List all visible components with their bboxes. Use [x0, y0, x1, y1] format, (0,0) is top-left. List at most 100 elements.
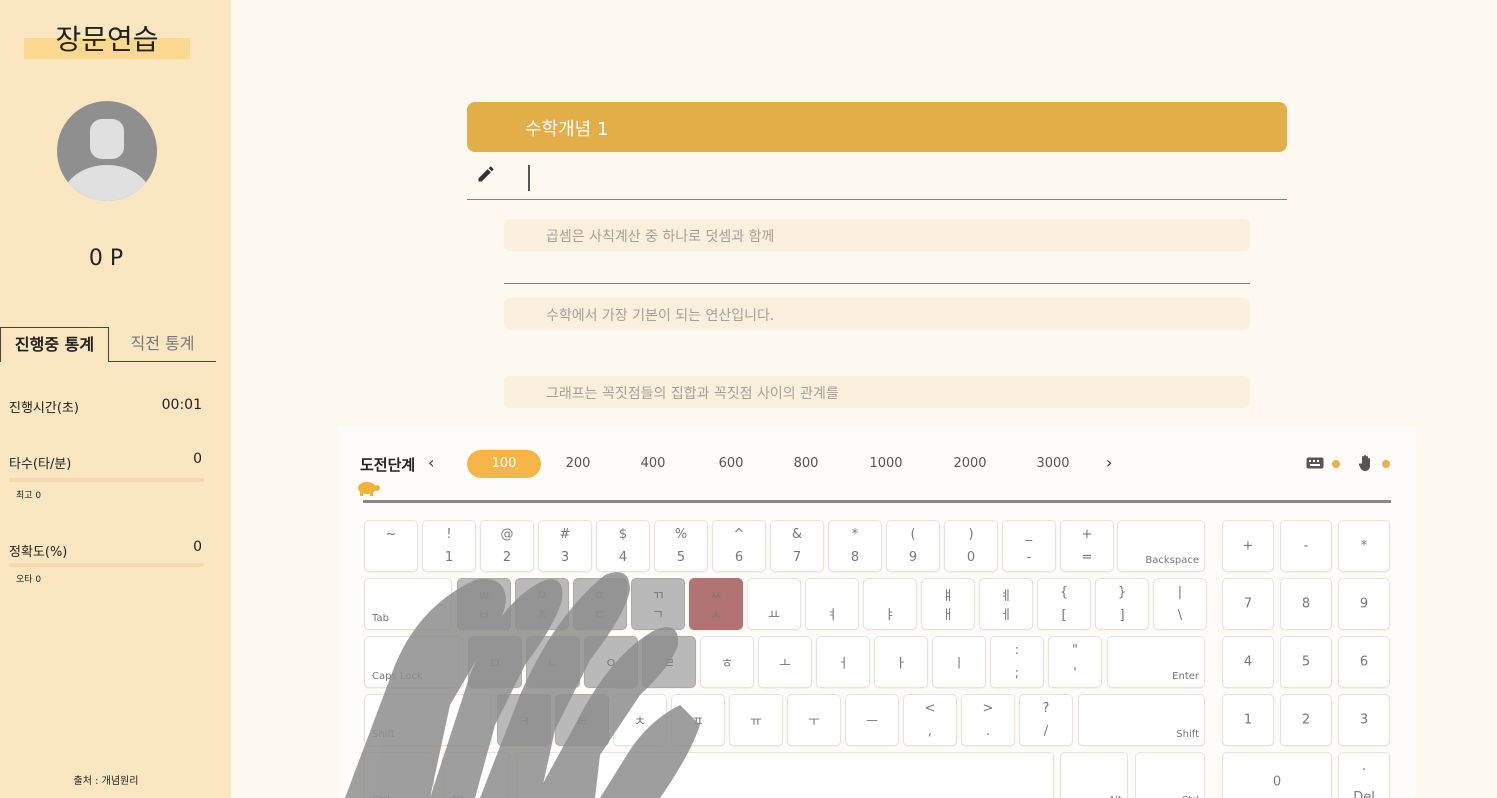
key[interactable]: ) 0 — [944, 520, 998, 572]
key[interactable]: ㅋ — [497, 694, 551, 746]
numpad-key[interactable]: + — [1222, 520, 1274, 572]
key-space[interactable] — [516, 752, 1054, 798]
key-ctrl-left[interactable]: Ctrl — [364, 752, 434, 798]
tab-previous-stats[interactable]: 직전 통계 — [109, 327, 216, 362]
key-shift-left[interactable]: Shift — [364, 694, 492, 746]
level-100[interactable]: 100 — [467, 450, 541, 478]
key[interactable]: ㄴ — [526, 636, 580, 688]
key[interactable]: #3 — [538, 520, 592, 572]
key-label: Shift — [372, 729, 395, 740]
key-alt-right[interactable]: Alt — [1060, 752, 1128, 798]
key-char: ㅡ — [866, 714, 878, 730]
key-top-char: : — [1014, 643, 1020, 658]
key[interactable]: + = — [1060, 520, 1114, 572]
key-alt-left[interactable]: Alt — [442, 752, 510, 798]
keyboard-icon[interactable] — [1306, 457, 1324, 469]
numpad-key[interactable]: 8 — [1280, 578, 1332, 630]
chevron-left-icon[interactable]: ‹ — [428, 453, 434, 472]
level-1000[interactable]: 1000 — [849, 450, 923, 478]
progress-line — [363, 500, 1391, 503]
key[interactable]: % 5 — [654, 520, 708, 572]
key-top-char: $ — [618, 527, 628, 542]
key[interactable]: ㅡ — [845, 694, 899, 746]
key-bottom-char: ' — [1073, 666, 1077, 681]
numpad-key[interactable]: 4 — [1222, 636, 1274, 688]
key[interactable]: ? / — [1019, 694, 1073, 746]
key[interactable]: ㄸㄷ — [573, 578, 627, 630]
key[interactable]: ㅇ — [584, 636, 638, 688]
numpad-key[interactable]: - — [1280, 520, 1332, 572]
key-shift-right[interactable]: Shift — [1078, 694, 1205, 746]
key[interactable]: ㅆㅅ — [689, 578, 743, 630]
key[interactable]: ㅊ — [613, 694, 667, 746]
level-2000[interactable]: 2000 — [933, 450, 1007, 478]
key[interactable]: ㅣ — [932, 636, 986, 688]
key[interactable]: ㅑ — [863, 578, 917, 630]
key[interactable]: {[ — [1037, 578, 1091, 630]
key[interactable]: :; — [990, 636, 1044, 688]
key[interactable]: ㅜ — [787, 694, 841, 746]
key[interactable]: <, — [903, 694, 957, 746]
key-char: ㅌ — [576, 714, 588, 730]
key[interactable]: ㄹ — [642, 636, 696, 688]
key[interactable]: ^ 6 — [712, 520, 766, 572]
key-label: Tab — [372, 613, 389, 624]
key-bottom-char: 1 — [444, 550, 454, 565]
key-ctrl-right[interactable]: Ctrl — [1135, 752, 1205, 798]
key[interactable]: ㄲㄱ — [631, 578, 685, 630]
level-200[interactable]: 200 — [541, 450, 615, 478]
key[interactable]: | \ — [1153, 578, 1207, 630]
key[interactable]: & 7 — [770, 520, 824, 572]
key[interactable]: ㅁ — [468, 636, 522, 688]
key[interactable]: _ - — [1002, 520, 1056, 572]
numpad-key[interactable]: 3 — [1338, 694, 1390, 746]
numpad-key[interactable]: 1 — [1222, 694, 1274, 746]
key-backspace[interactable]: Backspace — [1117, 520, 1205, 572]
numpad-key-del[interactable]: . Del — [1338, 752, 1390, 798]
key[interactable]: ㅍ — [671, 694, 725, 746]
key-top-char: ? — [1042, 701, 1050, 716]
chevron-right-icon[interactable]: › — [1106, 453, 1112, 472]
key[interactable]: ㅏ — [874, 636, 928, 688]
key-tab[interactable]: Tab — [364, 578, 452, 630]
level-800[interactable]: 800 — [769, 450, 843, 478]
key-char: 2 — [1301, 712, 1311, 728]
key[interactable]: ㅠ — [729, 694, 783, 746]
key[interactable]: }] — [1095, 578, 1149, 630]
numpad-key[interactable]: 6 — [1338, 636, 1390, 688]
key[interactable]: ㅕ — [805, 578, 859, 630]
tab-current-stats[interactable]: 진행중 통계 — [0, 327, 109, 362]
key[interactable]: ㅛ — [747, 578, 801, 630]
numpad-key[interactable]: * — [1338, 520, 1390, 572]
key[interactable]: (9 — [886, 520, 940, 572]
key[interactable]: * 8 — [828, 520, 882, 572]
key[interactable]: ! 1 — [422, 520, 476, 572]
key[interactable]: ㅉㅈ — [515, 578, 569, 630]
key[interactable]: ㅌ — [555, 694, 609, 746]
level-400[interactable]: 400 — [616, 450, 690, 478]
key[interactable]: ㅎ — [700, 636, 754, 688]
numpad-key[interactable]: 5 — [1280, 636, 1332, 688]
hand-icon[interactable] — [1358, 454, 1374, 472]
key[interactable]: ㅓ — [816, 636, 870, 688]
numpad-key[interactable]: 2 — [1280, 694, 1332, 746]
key-enter[interactable]: Enter — [1107, 636, 1205, 688]
key-bottom-char: 9 — [908, 550, 918, 565]
key[interactable]: ㅗ — [758, 636, 812, 688]
key[interactable]: ~ — [364, 520, 418, 572]
key[interactable]: $4 — [596, 520, 650, 572]
key[interactable]: " ' — [1048, 636, 1102, 688]
numpad-key-zero[interactable]: 0 — [1222, 752, 1332, 798]
numpad-key[interactable]: 7 — [1222, 578, 1274, 630]
key[interactable]: @2 — [480, 520, 534, 572]
key[interactable]: ㅖㅔ — [979, 578, 1033, 630]
key-caps-lock[interactable]: Caps Lock — [364, 636, 464, 688]
key-char: 6 — [1359, 654, 1369, 670]
key[interactable]: ㅃㅂ — [457, 578, 511, 630]
key[interactable]: ㅒㅐ — [921, 578, 975, 630]
typing-input-row[interactable] — [467, 152, 1287, 200]
key[interactable]: >. — [961, 694, 1015, 746]
numpad-key[interactable]: 9 — [1338, 578, 1390, 630]
level-3000[interactable]: 3000 — [1016, 450, 1090, 478]
level-600[interactable]: 600 — [694, 450, 768, 478]
